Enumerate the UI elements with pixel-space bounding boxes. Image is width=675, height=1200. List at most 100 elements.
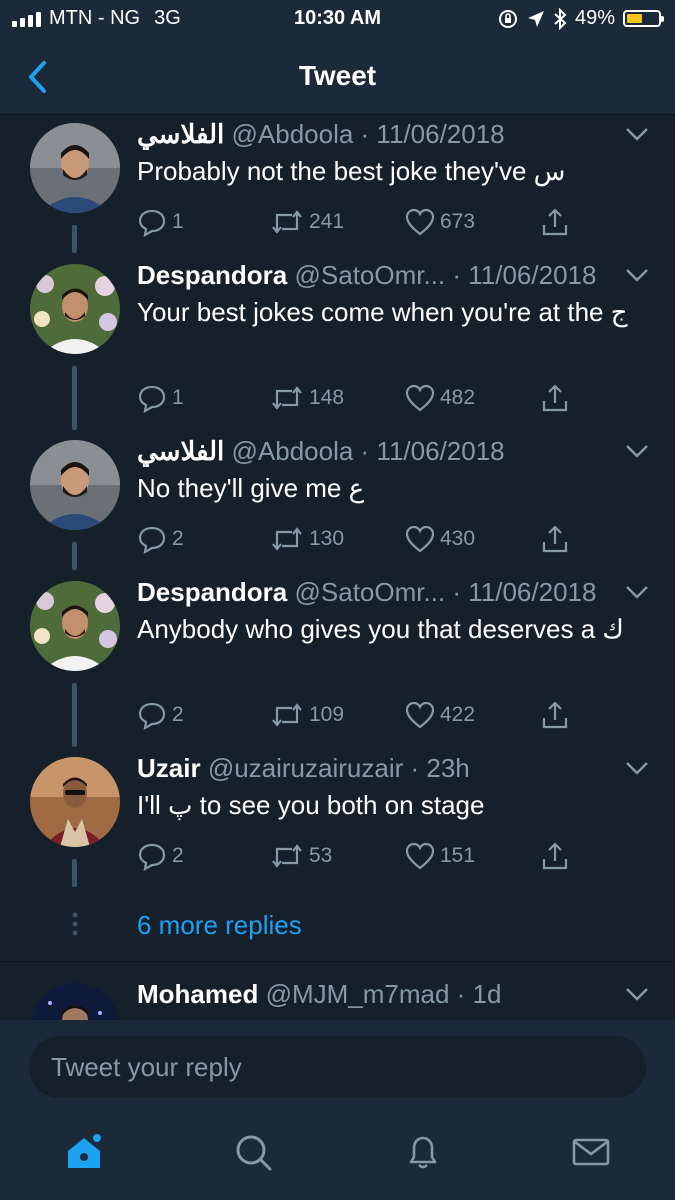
- thread-line: [72, 683, 77, 747]
- share-icon: [542, 208, 568, 236]
- reply-button[interactable]: 1: [137, 207, 184, 237]
- chevron-down-icon[interactable]: [625, 987, 649, 1001]
- share-button[interactable]: [540, 524, 570, 554]
- tweet-text: No they'll give me ع: [137, 473, 365, 503]
- avatar[interactable]: [30, 581, 120, 671]
- reply-composer: Tweet your reply: [0, 1020, 675, 1108]
- retweet-button[interactable]: 148: [270, 383, 344, 413]
- retweet-count: 53: [309, 844, 333, 867]
- handle-date: @Abdoola · 11/06/2018: [231, 436, 505, 466]
- reply-count: 1: [172, 210, 184, 233]
- reply-icon: [138, 702, 166, 730]
- tweet-header: الفلاسي @Abdoola · 11/06/2018: [137, 436, 615, 467]
- tweet-text: I'll پ to see you both on stage: [137, 790, 485, 820]
- heart-icon: [405, 842, 435, 870]
- display-name[interactable]: الفلاسي: [137, 119, 224, 149]
- reply-button[interactable]: 2: [137, 524, 184, 554]
- share-button[interactable]: [540, 700, 570, 730]
- display-name[interactable]: الفلاسي: [137, 436, 224, 466]
- battery-icon: [623, 10, 664, 27]
- avatar[interactable]: [30, 264, 120, 354]
- retweet-icon: [272, 527, 302, 551]
- retweet-icon: [272, 703, 302, 727]
- retweet-button[interactable]: 109: [270, 700, 344, 730]
- battery-percent: 49%: [574, 7, 615, 29]
- handle-date: @MJM_m7mad · 1d: [265, 979, 502, 1009]
- bluetooth-icon: [554, 7, 567, 30]
- tweet-actions: 1 148 482: [137, 383, 577, 415]
- like-count: 673: [440, 210, 476, 233]
- share-icon: [542, 701, 568, 729]
- avatar[interactable]: [30, 123, 120, 213]
- divider: [0, 961, 675, 962]
- reply-count: 1: [172, 386, 184, 409]
- heart-icon: [405, 384, 435, 412]
- avatar[interactable]: [30, 440, 120, 530]
- tweet-actions: 2 109 422: [137, 700, 577, 732]
- display-name[interactable]: Despandora: [137, 577, 287, 607]
- reply-count: 2: [172, 703, 184, 726]
- home-icon[interactable]: [64, 1132, 104, 1172]
- status-right: 49%: [497, 7, 664, 30]
- share-button[interactable]: [540, 841, 570, 871]
- share-icon: [542, 842, 568, 870]
- tweet-text: Your best jokes come when you're at the …: [137, 297, 628, 327]
- tweet-text: Anybody who gives you that deserves a ك: [137, 614, 624, 644]
- retweet-icon: [272, 844, 302, 868]
- bell-icon[interactable]: [403, 1132, 443, 1172]
- more-dots-icon: [72, 912, 78, 936]
- reply-button[interactable]: 2: [137, 700, 184, 730]
- retweet-button[interactable]: 130: [270, 524, 344, 554]
- share-button[interactable]: [540, 207, 570, 237]
- avatar[interactable]: [30, 983, 120, 1020]
- retweet-button[interactable]: 53: [270, 841, 332, 871]
- location-icon: [527, 10, 544, 27]
- reply-button[interactable]: 2: [137, 841, 184, 871]
- mail-icon[interactable]: [571, 1132, 611, 1172]
- tweet-header: Uzair @uzairuzairuzair · 23h: [137, 753, 615, 784]
- retweet-count: 241: [309, 210, 345, 233]
- like-count: 151: [440, 844, 476, 867]
- like-button[interactable]: 422: [405, 700, 475, 730]
- like-button[interactable]: 151: [405, 841, 475, 871]
- reply-count: 2: [172, 527, 184, 550]
- reply-thread: الفلاسي @Abdoola · 11/06/2018 Probably n…: [0, 115, 675, 1020]
- retweet-count: 109: [309, 703, 345, 726]
- display-name[interactable]: Mohamed: [137, 979, 258, 1009]
- handle-date: @SatoOmr... · 11/06/2018: [294, 260, 597, 290]
- chevron-down-icon[interactable]: [625, 127, 649, 141]
- tweet-header: Despandora @SatoOmr... · 11/06/2018: [137, 260, 615, 291]
- display-name[interactable]: Uzair: [137, 753, 201, 783]
- tweet-actions: 2 130 430: [137, 524, 577, 556]
- like-button[interactable]: 673: [405, 207, 475, 237]
- reply-button[interactable]: 1: [137, 383, 184, 413]
- handle-date: @Abdoola · 11/06/2018: [231, 119, 505, 149]
- retweet-icon: [272, 386, 302, 410]
- like-button[interactable]: 482: [405, 383, 475, 413]
- chevron-down-icon[interactable]: [625, 268, 649, 282]
- display-name[interactable]: Despandora: [137, 260, 287, 290]
- thread-line: [72, 225, 77, 253]
- like-button[interactable]: 430: [405, 524, 475, 554]
- retweet-count: 130: [309, 527, 345, 550]
- reply-input[interactable]: Tweet your reply: [29, 1036, 646, 1098]
- orientation-lock-icon: [498, 9, 517, 28]
- handle-date: @SatoOmr... · 11/06/2018: [294, 577, 597, 607]
- reply-icon: [138, 209, 166, 237]
- chevron-down-icon[interactable]: [625, 585, 649, 599]
- chevron-down-icon[interactable]: [625, 444, 649, 458]
- avatar[interactable]: [30, 757, 120, 847]
- like-count: 482: [440, 386, 476, 409]
- heart-icon: [405, 525, 435, 553]
- share-button[interactable]: [540, 383, 570, 413]
- more-replies-link[interactable]: 6 more replies: [137, 910, 302, 941]
- retweet-button[interactable]: 241: [270, 207, 344, 237]
- tweet-header: Despandora @SatoOmr... · 11/06/2018: [137, 577, 615, 608]
- share-icon: [542, 525, 568, 553]
- like-count: 422: [440, 703, 476, 726]
- tweet-header: الفلاسي @Abdoola · 11/06/2018: [137, 119, 615, 150]
- nav-bar: Tweet: [0, 40, 675, 115]
- search-icon[interactable]: [233, 1132, 273, 1172]
- reply-icon: [138, 385, 166, 413]
- chevron-down-icon[interactable]: [625, 761, 649, 775]
